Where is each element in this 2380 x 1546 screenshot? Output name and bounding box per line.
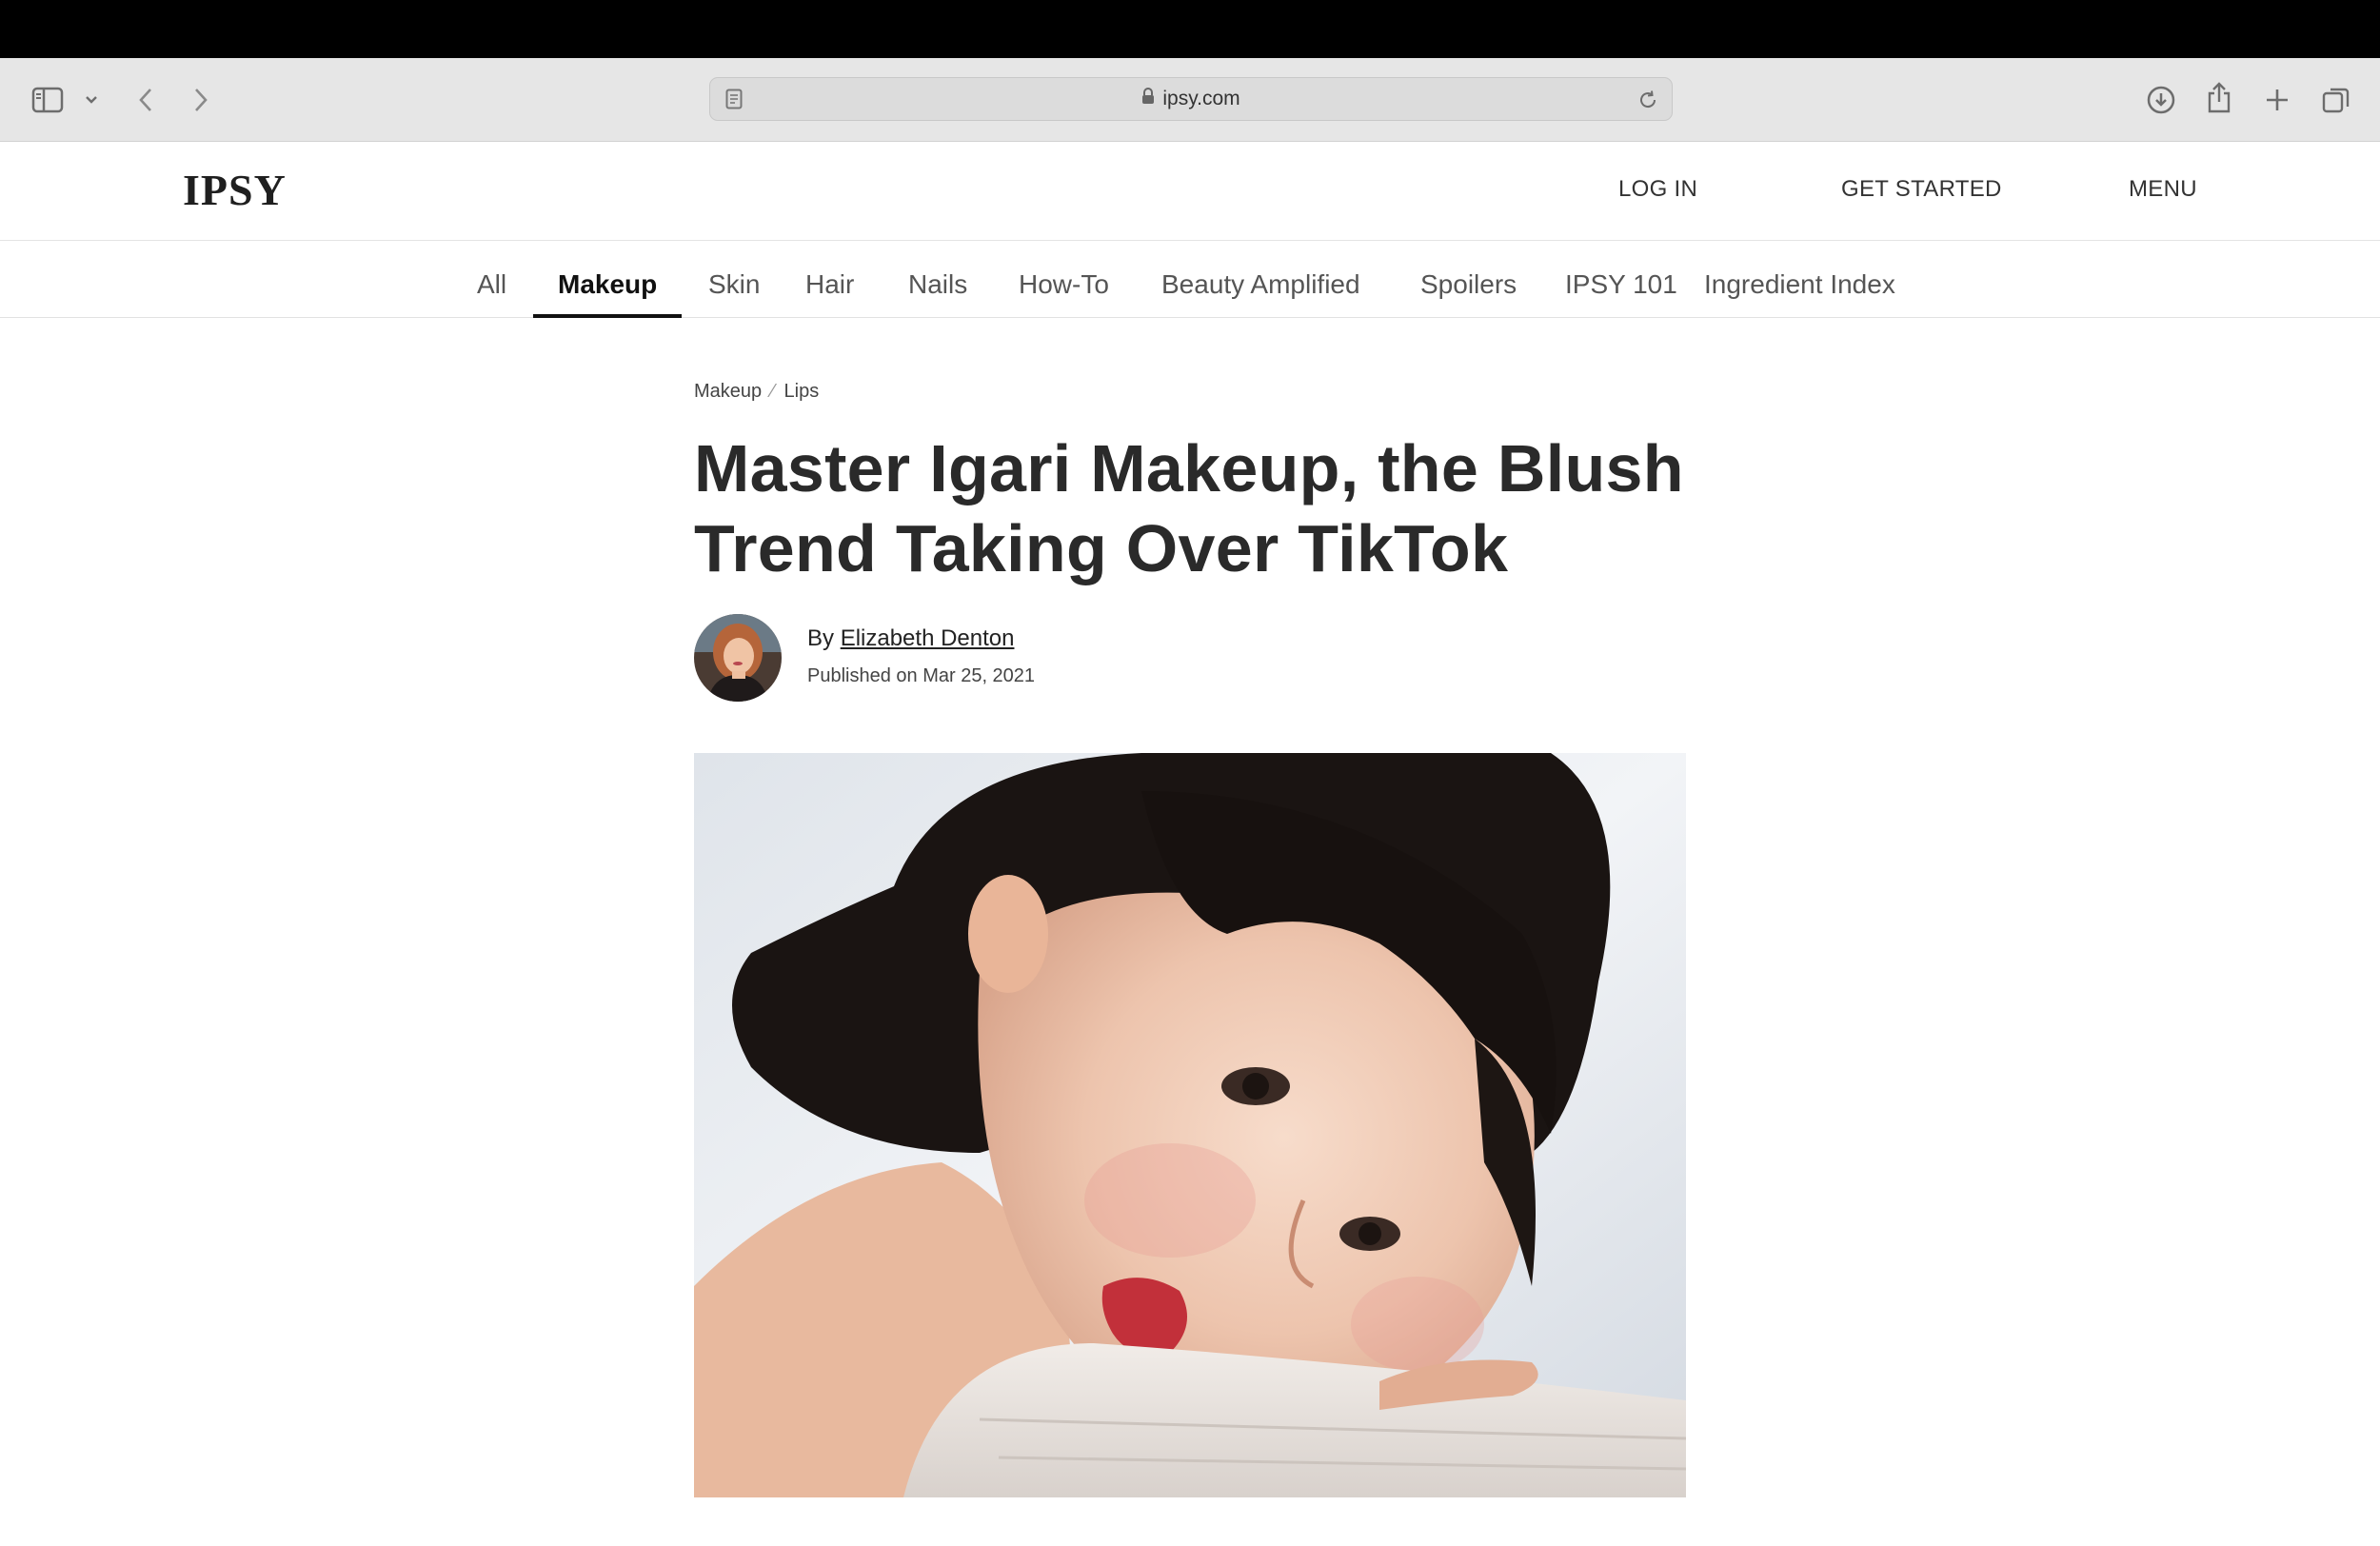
url-text: ipsy.com <box>1162 88 1240 109</box>
browser-toolbar: ipsy.com <box>0 58 2380 142</box>
menu-link[interactable]: MENU <box>2129 176 2197 203</box>
reload-icon[interactable] <box>1636 88 1660 112</box>
author-avatar[interactable] <box>694 614 782 702</box>
site-header: IPSY LOG IN GET STARTED MENU <box>0 142 2380 241</box>
tab-ipsy-101[interactable]: IPSY 101 <box>1540 256 1702 318</box>
download-icon[interactable] <box>2142 81 2180 119</box>
hero-image <box>694 753 1686 1497</box>
tab-beauty-amplified[interactable]: Beauty Amplified <box>1137 256 1385 318</box>
breadcrumb-lips[interactable]: Lips <box>784 381 820 403</box>
new-tab-icon[interactable] <box>2258 81 2296 119</box>
breadcrumb-makeup[interactable]: Makeup <box>694 381 762 403</box>
forward-icon[interactable] <box>187 81 215 119</box>
tab-spoilers[interactable]: Spoilers <box>1396 256 1541 318</box>
breadcrumb-separator: ⁄ <box>771 381 775 402</box>
article-title: Master Igari Makeup, the Blush Trend Tak… <box>694 431 1684 585</box>
share-icon[interactable] <box>2200 79 2238 117</box>
tab-how-to[interactable]: How-To <box>994 256 1134 318</box>
address-bar[interactable]: ipsy.com <box>709 77 1673 121</box>
ipsy-logo[interactable]: IPSY <box>183 165 287 215</box>
tab-hair[interactable]: Hair <box>781 256 879 318</box>
url-display: ipsy.com <box>710 78 1672 120</box>
category-nav: All Makeup Skin Hair Nails How-To Beauty… <box>0 241 2380 318</box>
os-menu-bar <box>0 0 2380 58</box>
tab-overview-icon[interactable] <box>2317 81 2355 119</box>
breadcrumb: Makeup ⁄ Lips <box>694 381 819 403</box>
sidebar-toggle-icon[interactable] <box>29 81 67 119</box>
lock-icon <box>1141 88 1155 110</box>
tab-all[interactable]: All <box>452 256 531 318</box>
published-date: Published on Mar 25, 2021 <box>807 665 1036 686</box>
chevron-down-icon[interactable] <box>80 87 103 113</box>
tab-nails[interactable]: Nails <box>883 256 992 318</box>
author-link[interactable]: Elizabeth Denton <box>841 625 1015 651</box>
byline: By Elizabeth Denton <box>807 625 1014 652</box>
back-icon[interactable] <box>131 81 160 119</box>
tab-ingredient-index[interactable]: Ingredient Index <box>1679 256 1920 318</box>
tab-makeup[interactable]: Makeup <box>533 256 683 318</box>
get-started-link[interactable]: GET STARTED <box>1841 176 2002 203</box>
by-prefix: By <box>807 625 835 651</box>
tab-skin[interactable]: Skin <box>684 256 784 318</box>
login-link[interactable]: LOG IN <box>1618 176 1697 203</box>
